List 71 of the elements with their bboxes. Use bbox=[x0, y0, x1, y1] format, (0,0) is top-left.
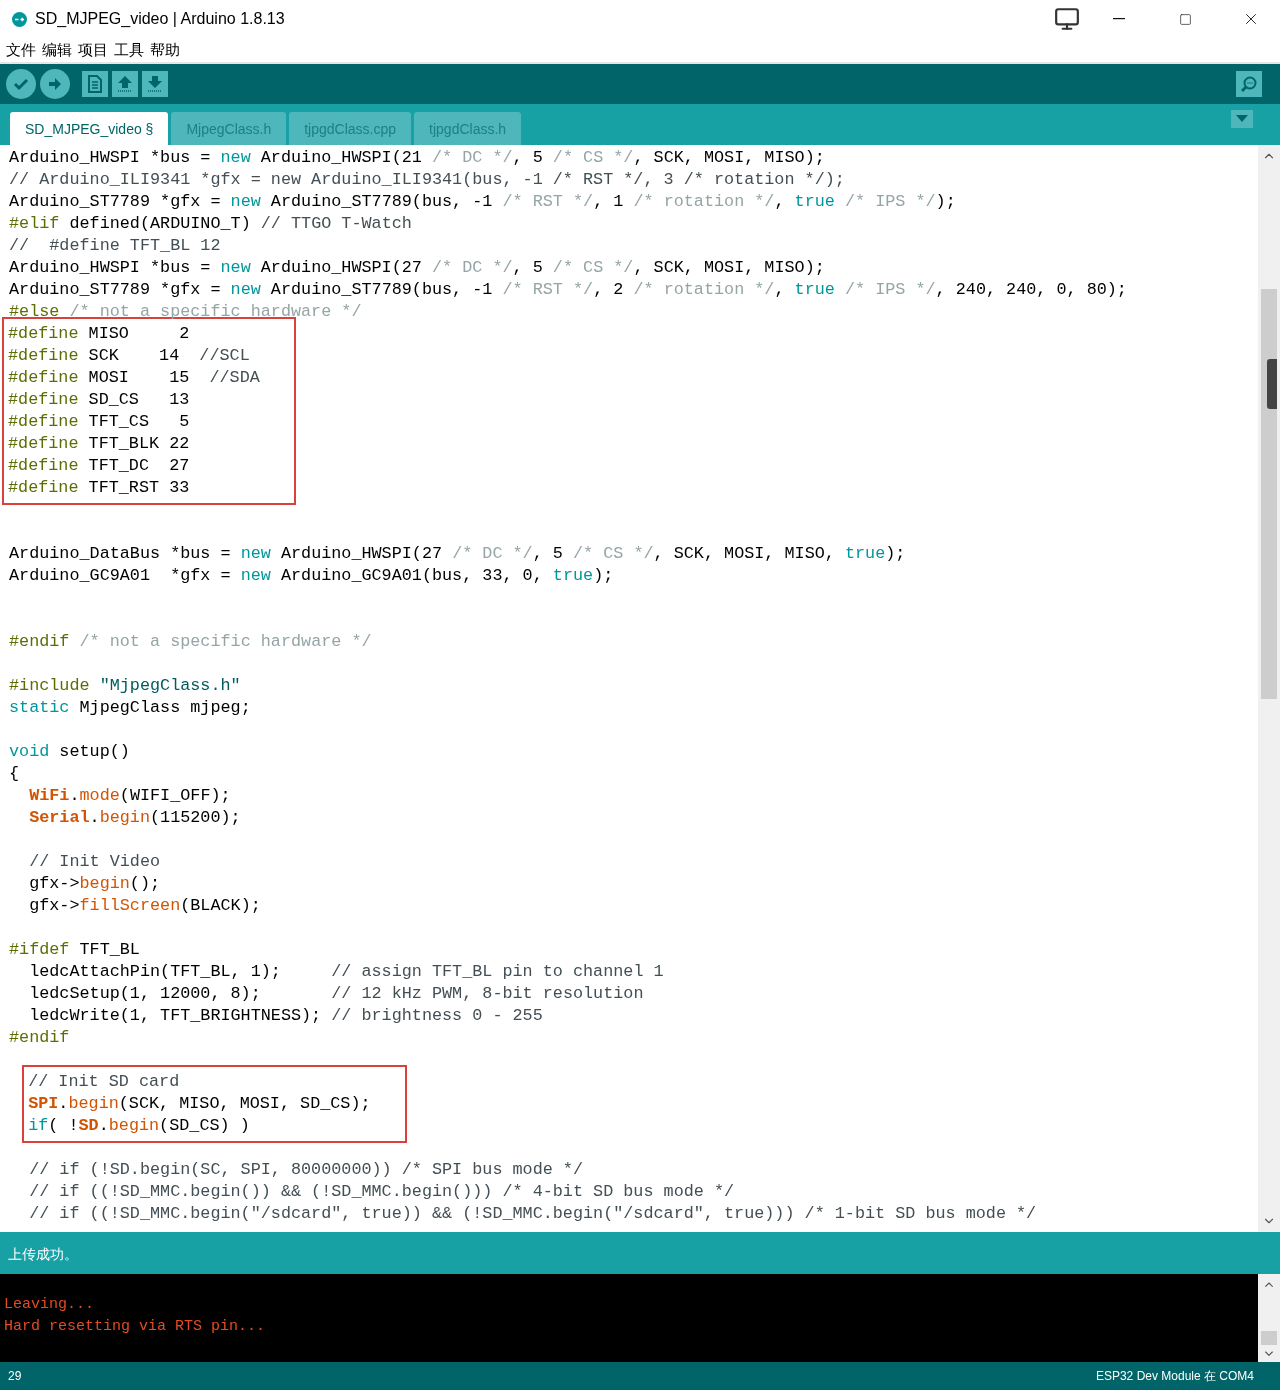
code-line: if( !SD.begin(SD_CS) ) bbox=[28, 1115, 251, 1137]
code-line: ledcAttachPin(TFT_BL, 1); // assign TFT_BL pin to channel 1 bbox=[28, 961, 665, 983]
code-line: // #define TFT_BL 12 bbox=[9, 235, 222, 257]
menu-item[interactable]: 工具 bbox=[112, 40, 146, 60]
window-title: SD_MJPEG_video | Arduino 1.8.13 bbox=[35, 10, 286, 28]
code-line: Arduino_GC9A01 *gfx = new Arduino_GC9A01(bus, 33, 0, true); bbox=[9, 565, 615, 587]
console-line: Hard resetting via RTS pin... bbox=[4, 1317, 267, 1337]
code-line: Arduino_ST7789 *gfx = new Arduino_ST7789(bus, -1 /* RST */, 1 /* rotation */, true /* IPS */); bbox=[9, 191, 957, 213]
code-line: #define TFT_RST 33 bbox=[8, 477, 191, 499]
tab-menu-button[interactable] bbox=[1231, 109, 1253, 128]
code-line: ledcSetup(1, 12000, 8); // 12 kHz PWM, 8-bit resolution bbox=[28, 983, 645, 1005]
caret-icon bbox=[1236, 115, 1248, 122]
open-button[interactable] bbox=[112, 71, 138, 97]
code-line: #define TFT_CS 5 bbox=[8, 411, 191, 433]
scrollbar-grip[interactable] bbox=[1267, 359, 1277, 409]
code-line: // Init Video bbox=[28, 851, 162, 873]
code-line: #define SCK 14 //SCL bbox=[8, 345, 251, 367]
checkmark-icon bbox=[13, 76, 29, 92]
code-line: // Arduino_ILI9341 *gfx = new Arduino_ILI9341(bus, -1 /* RST */, 3 /* rotation */); bbox=[9, 169, 846, 191]
code-line: #define MISO 2 bbox=[8, 323, 191, 345]
code-line: WiFi.mode(WIFI_OFF); bbox=[28, 785, 232, 807]
down-arrow-icon bbox=[147, 75, 163, 93]
minimize-icon bbox=[1113, 18, 1125, 20]
code-line: #endif bbox=[9, 1027, 71, 1049]
app-logo-icon bbox=[12, 11, 27, 27]
menu-item[interactable]: 项目 bbox=[76, 40, 110, 60]
code-line: #elif defined(ARDUINO_T) // TTGO T-Watch bbox=[9, 213, 413, 235]
code-line: #define SD_CS 13 bbox=[8, 389, 191, 411]
up-arrow-icon bbox=[117, 75, 133, 93]
verify-button[interactable] bbox=[6, 69, 36, 99]
status-message: 上传成功。 bbox=[8, 1245, 78, 1264]
code-line: static MjpegClass mjpeg; bbox=[9, 697, 252, 719]
document-icon bbox=[88, 75, 102, 93]
code-line: #else /* not a specific hardware */ bbox=[9, 301, 363, 323]
code-line: #define TFT_DC 27 bbox=[8, 455, 191, 477]
code-line: // if ((!SD_MMC.begin()) && (!SD_MMC.begin())) /* 4-bit SD bus mode */ bbox=[28, 1181, 736, 1203]
scrollbar-thumb[interactable] bbox=[1261, 1331, 1277, 1345]
code-line: // if ((!SD_MMC.begin("/sdcard", true)) && (!SD_MMC.begin("/sdcard", true))) /* 1-bit SD bus mode */ bbox=[28, 1203, 1038, 1225]
code-line: { bbox=[9, 763, 21, 785]
code-line: Arduino_DataBus *bus = new Arduino_HWSPI(27 /* DC */, 5 /* CS */, SCK, MOSI, MISO, true); bbox=[9, 543, 907, 565]
code-line: #include "MjpegClass.h" bbox=[9, 675, 242, 697]
code-line: ledcWrite(1, TFT_BRIGHTNESS); // brightness 0 - 255 bbox=[28, 1005, 544, 1027]
new-button[interactable] bbox=[82, 71, 108, 97]
console-line: Leaving... bbox=[4, 1295, 95, 1315]
code-line: Serial.begin(115200); bbox=[28, 807, 242, 829]
file-tab[interactable]: SD_MJPEG_video § bbox=[10, 112, 169, 145]
code-line: #define TFT_BLK 22 bbox=[8, 433, 191, 455]
menu-item[interactable]: 文件 bbox=[4, 40, 38, 60]
code-line: SPI.begin(SCK, MISO, MOSI, SD_CS); bbox=[28, 1093, 371, 1115]
right-arrow-icon bbox=[47, 76, 63, 92]
code-line: // Init SD card bbox=[28, 1071, 181, 1093]
magnifier-icon bbox=[1240, 75, 1258, 93]
code-line: #ifdef TFT_BL bbox=[9, 939, 141, 961]
menu-item[interactable]: 帮助 bbox=[148, 40, 182, 60]
line-number: 29 bbox=[8, 1369, 22, 1383]
code-line: #define MOSI 15 //SDA bbox=[8, 367, 260, 389]
code-line: void setup() bbox=[9, 741, 131, 763]
code-line: Arduino_HWSPI *bus = new Arduino_HWSPI(21 /* DC */, 5 /* CS */, SCK, MOSI, MISO); bbox=[9, 147, 826, 169]
code-line: gfx->fillScreen(BLACK); bbox=[28, 895, 262, 917]
menu-item[interactable]: 编辑 bbox=[40, 40, 74, 60]
maximize-icon bbox=[1178, 12, 1192, 26]
upload-button[interactable] bbox=[40, 69, 70, 99]
board-port-label: ESP32 Dev Module 在 COM4 bbox=[1095, 1367, 1254, 1385]
code-line: #endif /* not a specific hardware */ bbox=[9, 631, 373, 653]
code-line: gfx->begin(); bbox=[28, 873, 162, 895]
code-line: // if (!SD.begin(SC, SPI, 80000000)) /* SPI bus mode */ bbox=[28, 1159, 584, 1181]
save-button[interactable] bbox=[142, 71, 168, 97]
scrollbar-thumb[interactable] bbox=[1261, 289, 1277, 699]
serial-monitor-button[interactable] bbox=[1236, 71, 1262, 97]
code-line: Arduino_HWSPI *bus = new Arduino_HWSPI(27 /* DC */, 5 /* CS */, SCK, MOSI, MISO); bbox=[9, 257, 826, 279]
code-line: Arduino_ST7789 *gfx = new Arduino_ST7789(bus, -1 /* RST */, 2 /* rotation */, true /* IPS */, 240, 240, 0, 80); bbox=[9, 279, 1128, 301]
